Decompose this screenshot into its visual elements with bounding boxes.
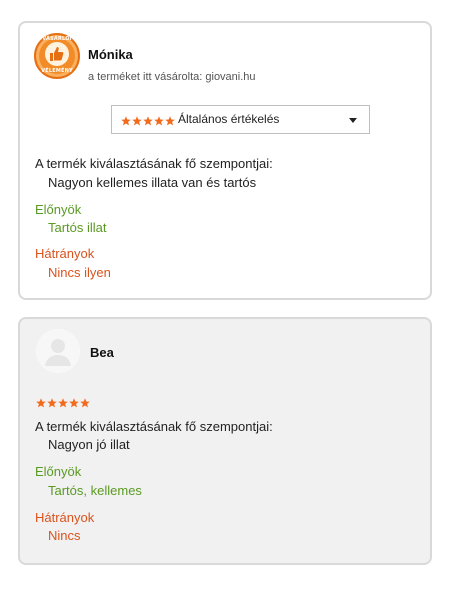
cons-text: Nincs ilyen — [48, 265, 111, 280]
review-card: VÁSÁRLÓI VÉLEMÉNY Mónika a terméket itt … — [18, 21, 432, 300]
star-icon — [154, 116, 164, 126]
thumbs-up-icon — [50, 47, 64, 61]
rating-select-label: Általános értékelés — [178, 112, 280, 126]
avatar — [36, 329, 80, 373]
star-icon — [132, 116, 142, 126]
user-placeholder-icon — [36, 329, 80, 373]
badge-bottom-text: VÉLEMÉNY — [41, 68, 73, 74]
cons-title: Hátrányok — [35, 510, 95, 525]
star-icon — [47, 398, 57, 408]
pros-text: Tartós, kellemes — [48, 483, 142, 498]
star-icon — [121, 116, 131, 126]
rating-stars — [36, 396, 91, 411]
star-icon — [36, 398, 46, 408]
star-icon — [165, 116, 175, 126]
cons-text: Nincs — [48, 528, 81, 543]
caret-down-icon — [349, 118, 357, 123]
star-icon — [143, 116, 153, 126]
criteria-title: A termék kiválasztásának fő szempontjai: — [35, 419, 273, 434]
criteria-text: Nagyon jó illat — [48, 437, 130, 452]
rating-stars — [121, 114, 176, 129]
reviewer-badge: VÁSÁRLÓI VÉLEMÉNY — [34, 33, 80, 79]
star-icon — [69, 398, 79, 408]
pros-title: Előnyök — [35, 464, 82, 479]
criteria-title: A termék kiválasztásának fő szempontjai: — [35, 156, 273, 171]
reviewer-name: Mónika — [88, 47, 133, 62]
cons-title: Hátrányok — [35, 246, 95, 261]
pros-text: Tartós illat — [48, 220, 107, 235]
pros-title: Előnyök — [35, 202, 82, 217]
review-card: Bea A termék kiválasztásának fő szempont… — [18, 317, 432, 565]
reviewer-name: Bea — [90, 345, 114, 360]
criteria-text: Nagyon kellemes illata van és tartós — [48, 175, 257, 190]
purchase-info: a terméket itt vásárolta: giovani.hu — [88, 71, 256, 83]
star-icon — [80, 398, 90, 408]
rating-select[interactable]: Általános értékelés — [111, 105, 370, 134]
star-icon — [58, 398, 68, 408]
